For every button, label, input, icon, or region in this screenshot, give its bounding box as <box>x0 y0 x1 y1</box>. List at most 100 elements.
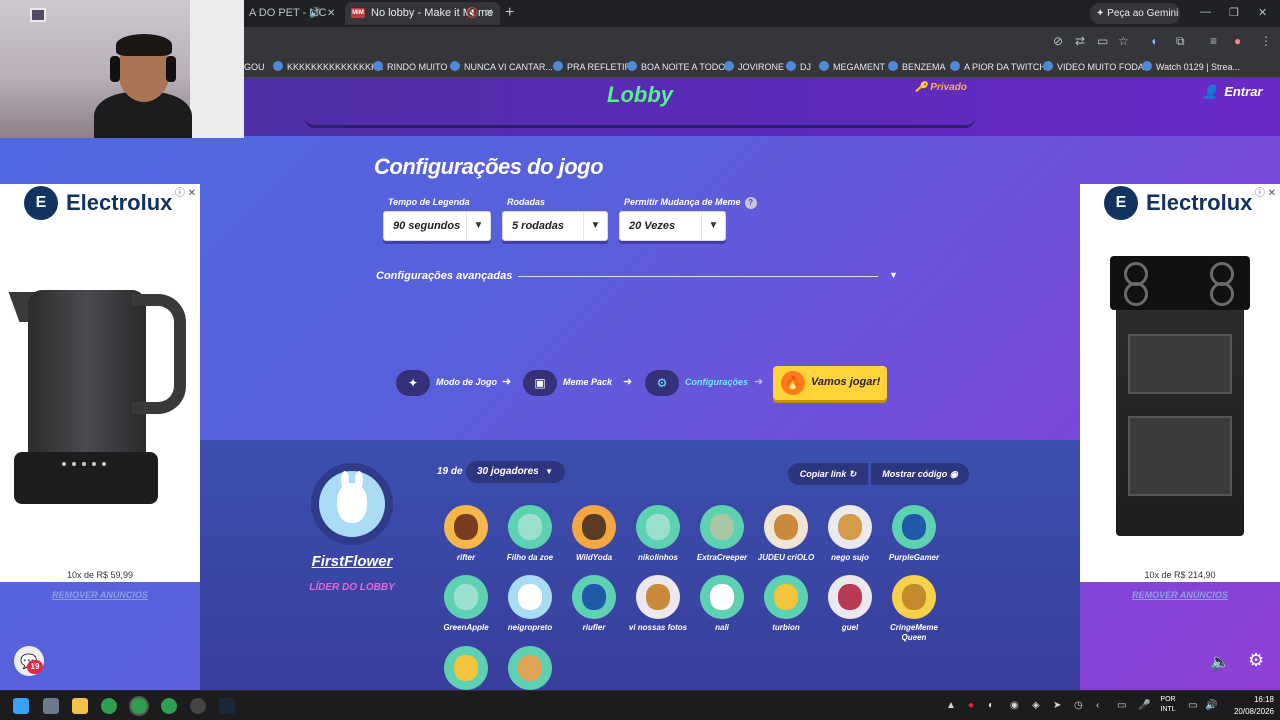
bookmark-item[interactable]: PRA REFLETIR <box>553 61 631 73</box>
help-icon[interactable]: ? <box>744 197 757 209</box>
language-indicator[interactable]: POR INTL <box>1157 695 1179 715</box>
cast-icon[interactable]: ▭ <box>1097 35 1108 47</box>
bookmark-item[interactable]: A PIOR DA TWITCH <box>950 61 1046 73</box>
advanced-settings-toggle[interactable]: Configurações avançadas <box>376 270 512 282</box>
chrome-icon[interactable] <box>161 698 177 714</box>
bookmark-item[interactable]: Watch 0129 | Strea... <box>1142 61 1240 73</box>
calculator-icon[interactable] <box>43 698 59 714</box>
chevron-down-icon[interactable]: ▼ <box>889 270 898 280</box>
player-card[interactable]: neigropreto <box>498 575 562 633</box>
ad-close-icon[interactable]: ⓘ ✕ <box>175 184 196 199</box>
player-card[interactable]: riufler <box>562 575 626 633</box>
player-card[interactable]: nikolinhos <box>626 505 690 563</box>
mute-icon[interactable]: 🔇 <box>466 2 478 25</box>
tab-pet[interactable]: A DO PET - MC 🔊 ✕ <box>243 2 343 25</box>
settings-gear-icon[interactable]: ⚙ <box>1248 650 1264 671</box>
tab-make-it-meme[interactable]: MIM No lobby - Make it Meme 🔇 ✕ <box>345 2 500 25</box>
meme-change-select[interactable]: 20 Vezes ▼ <box>619 211 726 241</box>
mic-icon[interactable]: 🎤 <box>1138 699 1150 713</box>
star-icon[interactable]: ☆ <box>1118 35 1129 47</box>
step-label: Modo de Jogo <box>436 377 497 387</box>
clock-icon[interactable]: ◷ <box>1074 699 1083 713</box>
tray-chevron-icon[interactable]: ▲ <box>946 699 956 713</box>
login-button[interactable]: 👤 Entrar <box>1202 84 1262 100</box>
chrome-icon[interactable] <box>131 698 147 714</box>
player-card[interactable]: WildYoda <box>562 505 626 563</box>
volume-icon[interactable]: 🔊 <box>1205 699 1217 713</box>
network-icon[interactable]: ▭ <box>1188 699 1197 713</box>
back-icon[interactable]: ‹ <box>1096 699 1099 713</box>
player-card[interactable]: rifter <box>434 505 498 563</box>
player-card[interactable]: turbion <box>754 575 818 633</box>
minimize-icon[interactable]: — <box>1200 6 1211 18</box>
menu-dots-icon[interactable]: ⋮ <box>1260 35 1272 47</box>
reading-list-icon[interactable]: ≡ <box>1210 35 1217 47</box>
bookmark-item[interactable]: MEGAMENT <box>819 61 885 73</box>
player-card[interactable]: GreenApple <box>434 575 498 633</box>
player-card[interactable]: JUDEU criOLO <box>754 505 818 563</box>
puzzle-icon[interactable]: ⧉ <box>1176 35 1185 47</box>
rounds-select[interactable]: 5 rodadas ▼ <box>502 211 608 241</box>
steam-tray-icon[interactable]: ◐ <box>988 699 994 713</box>
ad-close-icon[interactable]: ⓘ ✕ <box>1255 184 1276 199</box>
extension-wave-icon[interactable]: ◖ <box>1150 35 1157 47</box>
arrow-right-icon: ➜ <box>754 376 764 388</box>
player-card[interactable]: guel <box>818 575 882 633</box>
time-select[interactable]: 90 segundos ▼ <box>383 211 491 241</box>
record-icon[interactable]: ● <box>968 699 974 713</box>
privacy-badge[interactable]: 🔑 Privado <box>915 82 967 93</box>
player-card[interactable]: nali <box>690 575 754 633</box>
bookmark-item[interactable]: JOVIRONE <box>724 61 784 73</box>
eye-off-icon[interactable]: ⊘ <box>1053 35 1063 47</box>
avatar-face <box>454 584 478 610</box>
new-tab-button[interactable]: + <box>505 5 514 21</box>
start-game-button[interactable]: 🔥 Vamos jogar! <box>773 366 887 400</box>
restore-icon[interactable]: ❐ <box>1229 6 1239 19</box>
windows-start-icon[interactable] <box>13 698 29 714</box>
bookmark-item[interactable]: BOA NOITE A TODO <box>627 61 725 73</box>
obs-icon[interactable] <box>190 698 206 714</box>
player-avatar <box>764 505 808 549</box>
ad-left[interactable]: E Electrolux ⓘ ✕ 10x de R$ 59,99 <box>0 184 200 582</box>
player-card[interactable]: PurpleGamer <box>882 505 946 563</box>
remove-ads-link[interactable]: REMOVER ANÚNCIOS <box>1080 590 1280 600</box>
close-icon[interactable]: ✕ <box>485 2 493 25</box>
remove-ads-link[interactable]: REMOVER ANÚNCIOS <box>0 590 200 600</box>
bookmark-item[interactable]: VIDEO MUITO FODA <box>1043 61 1144 73</box>
player-card[interactable]: CringeMeme Queen <box>882 575 946 643</box>
player-card[interactable]: nego sujo <box>818 505 882 563</box>
copy-link-button[interactable]: Copiar link ↻ <box>788 463 868 485</box>
max-players-select[interactable]: 30 jogadores ▼ <box>466 461 565 483</box>
close-icon[interactable]: ✕ <box>327 2 335 25</box>
shield-icon[interactable]: ◈ <box>1032 699 1040 713</box>
player-name: turbion <box>772 623 800 632</box>
bookmark-item[interactable]: BENZEMA <box>888 61 946 73</box>
chrome-icon[interactable] <box>101 698 117 714</box>
bookmark-item[interactable]: KKKKKKKKKKKKKKKK <box>273 61 383 73</box>
discord-icon[interactable]: ◉ <box>1010 699 1019 713</box>
gemini-button[interactable]: ✦ Peça ao Gemini <box>1090 3 1180 24</box>
bookmark-item[interactable]: GOU <box>244 61 265 73</box>
steam-icon[interactable] <box>219 698 235 714</box>
send-icon[interactable]: ➤ <box>1053 699 1061 713</box>
player-card[interactable]: ExtraCreeper <box>690 505 754 563</box>
bookmark-item[interactable]: RINDO MUITO <box>373 61 447 73</box>
profile-avatar-icon[interactable]: ● <box>1234 35 1241 47</box>
speaker-icon[interactable]: 🔊 <box>309 2 321 25</box>
show-code-button[interactable]: Mostrar código ◉ <box>871 463 969 485</box>
player-card[interactable]: vi nossas fotos <box>626 575 690 633</box>
close-window-icon[interactable]: ✕ <box>1258 6 1267 19</box>
bookmark-item[interactable]: NUNCA VI CANTAR... <box>450 61 553 73</box>
ad-right[interactable]: E Electrolux ⓘ ✕ 10x de R$ 214,90 <box>1080 184 1280 582</box>
sound-icon[interactable]: 🔈 <box>1210 652 1230 672</box>
clock[interactable]: 16:18 20/08/2026 <box>1222 694 1274 718</box>
player-card[interactable] <box>498 646 562 690</box>
bookmark-item[interactable]: DJ <box>786 61 811 73</box>
player-card[interactable] <box>434 646 498 690</box>
player-card[interactable]: Filho da zoe <box>498 505 562 563</box>
file-explorer-icon[interactable] <box>72 698 88 714</box>
translate-icon[interactable]: ⇄ <box>1075 35 1085 47</box>
battery-icon[interactable]: ▭ <box>1117 699 1126 713</box>
electrolux-logo-icon: E <box>1104 186 1138 220</box>
led-dot <box>102 462 106 466</box>
